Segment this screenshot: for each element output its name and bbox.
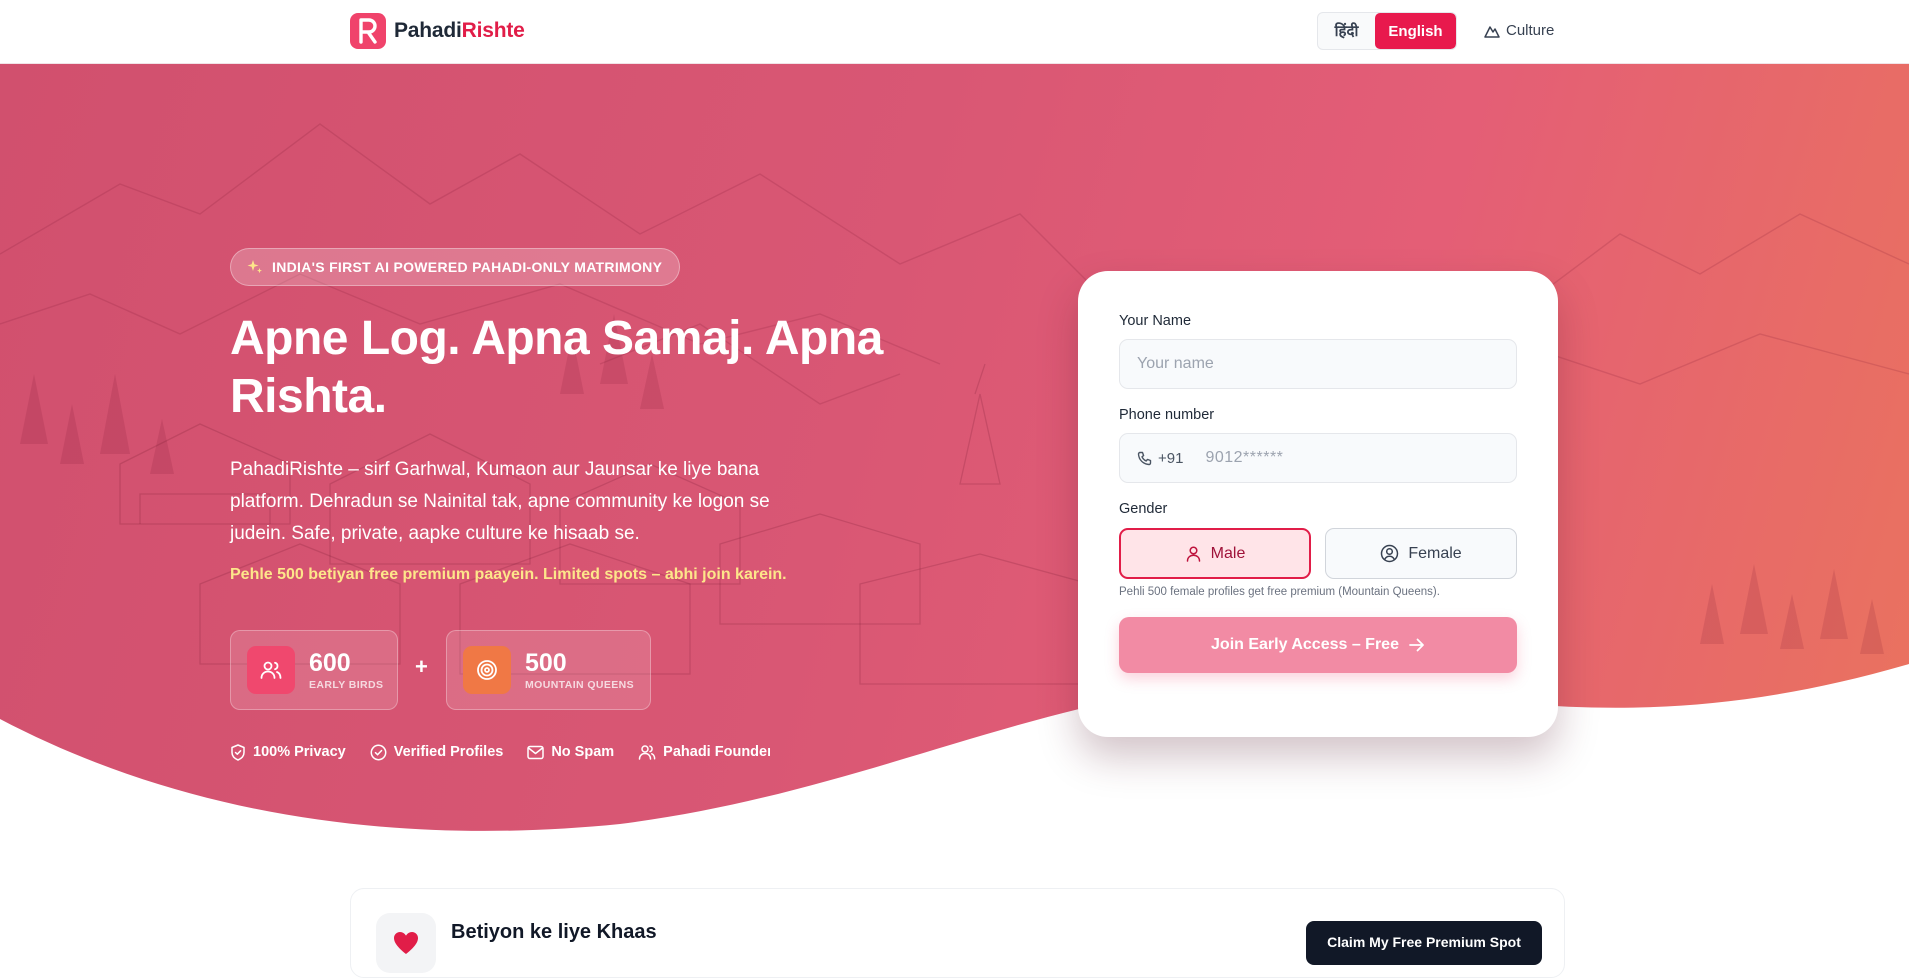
gender-label: Gender — [1119, 501, 1168, 517]
trust-privacy: 100% Privacy — [230, 743, 346, 761]
brand-name-primary: Pahadi — [394, 19, 462, 42]
top-navbar: PahadiRishte हिंदी English Culture — [0, 0, 1909, 64]
phone-label: Phone number — [1119, 407, 1215, 423]
trust-founders: Pahadi Founders — [638, 744, 770, 760]
trust-no-spam-label: No Spam — [551, 744, 615, 760]
join-early-access-button[interactable]: Join Early Access – Free — [1119, 617, 1517, 673]
mountain-icon — [1484, 25, 1500, 38]
lang-english-button[interactable]: English — [1375, 13, 1456, 49]
phone-placeholder: 9012****** — [1205, 449, 1284, 466]
name-input[interactable]: Your name — [1119, 339, 1517, 389]
join-button-label: Join Early Access – Free — [1211, 636, 1399, 653]
hero-subtext: PahadiRishte – sirf Garhwal, Kumaon aur … — [230, 459, 770, 544]
shield-icon — [231, 743, 245, 761]
users-icon — [638, 745, 656, 760]
promo-title: Betiyon ke liye Khaas — [451, 921, 657, 943]
gender-male-option[interactable]: Male — [1119, 528, 1311, 579]
brand-name-accent: Rishte — [461, 19, 525, 42]
trust-verified: Verified Profiles — [370, 744, 504, 761]
phone-prefix-text: +91 — [1158, 449, 1184, 467]
hero-badge-text: India's First AI Powered Pahadi-Only Mat… — [272, 259, 663, 275]
name-placeholder: Your name — [1137, 355, 1214, 372]
language-toggle: हिंदी English — [1317, 12, 1457, 50]
gender-female-label: Female — [1408, 544, 1462, 562]
target-icon — [463, 646, 511, 694]
heart-icon — [376, 913, 436, 973]
trust-privacy-label: 100% Privacy — [253, 744, 346, 760]
stat-early-birds-label: EARLY BIRDS — [309, 679, 384, 691]
hero-offer-text: Pehle 500 betiyan free premium paayein. … — [230, 566, 787, 583]
gender-male-label: Male — [1210, 544, 1246, 562]
daughters-promo-card: Betiyon ke liye Khaas Claim My Free Prem… — [350, 888, 1565, 978]
hero-headline: Apne Log. Apna Samaj. Apna Rishta. — [230, 312, 883, 423]
phone-icon — [1137, 451, 1152, 465]
trust-badges: 100% Privacy Verified Profiles No Spam P… — [230, 740, 770, 764]
early-access-form: Your Name Your name Phone number +91 901… — [1078, 271, 1558, 737]
trust-founders-label: Pahadi Founders — [663, 744, 770, 760]
arrow-right-icon — [1409, 638, 1424, 652]
phone-input[interactable]: +91 9012****** — [1119, 433, 1517, 483]
users-icon — [247, 646, 295, 694]
stat-early-birds-value: 600 — [309, 649, 351, 677]
hero-badge: India's First AI Powered Pahadi-Only Mat… — [230, 248, 681, 286]
nav-culture-link[interactable]: Culture — [1484, 22, 1554, 39]
user-circle-icon — [1381, 544, 1399, 563]
premium-hint: Pehli 500 female profiles get free premi… — [1119, 586, 1440, 598]
stat-early-birds: 600 EARLY BIRDS — [230, 630, 398, 710]
claim-premium-button[interactable]: Claim My Free Premium Spot — [1306, 921, 1542, 965]
name-label: Your Name — [1119, 313, 1192, 329]
trust-no-spam: No Spam — [527, 744, 614, 760]
brand-name: PahadiRishte — [394, 19, 525, 43]
stat-mountain-queens-value: 500 — [525, 649, 567, 677]
stats-plus-sign: + — [415, 654, 428, 679]
nav-culture-label: Culture — [1506, 22, 1555, 39]
sparkles-icon — [247, 260, 262, 274]
logo-mark-icon — [350, 13, 386, 49]
user-icon — [1186, 546, 1200, 562]
check-circle-icon — [370, 744, 387, 760]
phone-country-code: +91 — [1137, 450, 1183, 467]
lang-hindi-button[interactable]: हिंदी — [1318, 13, 1375, 49]
mail-icon — [527, 745, 545, 759]
hero-section: India's First AI Powered Pahadi-Only Mat… — [0, 64, 1909, 844]
gender-female-option[interactable]: Female — [1325, 528, 1517, 579]
stat-mountain-queens: 500 MOUNTAIN QUEENS — [446, 630, 651, 710]
stat-mountain-queens-label: MOUNTAIN QUEENS — [525, 679, 635, 691]
brand-logo[interactable]: PahadiRishte — [350, 13, 525, 49]
trust-verified-label: Verified Profiles — [393, 744, 504, 760]
